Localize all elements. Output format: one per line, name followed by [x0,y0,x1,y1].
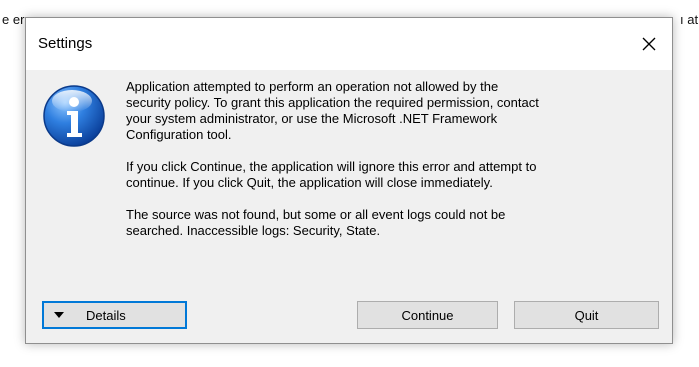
quit-label: Quit [574,307,599,323]
background-text-left: e er [2,12,25,27]
continue-button[interactable]: Continue [357,301,498,329]
dialog-title: Settings [38,35,93,52]
message-paragraph-source: The source was not found, but some or al… [126,207,506,238]
close-button[interactable] [626,18,672,70]
continue-label: Continue [401,307,454,323]
message-paragraph-continue: If you click Continue, the application w… [126,159,537,190]
background-text-right: ı at [680,12,699,27]
message-paragraph-security: Application attempted to perform an oper… [126,79,539,142]
settings-dialog: Settings Application attempted to perfor… [25,17,673,344]
details-label: Details [86,307,126,323]
message-text: Application attempted to perform an oper… [126,79,636,255]
close-icon [642,37,656,51]
info-icon [43,85,105,147]
title-bar: Settings [26,18,672,70]
chevron-down-icon [54,312,64,318]
quit-button[interactable]: Quit [514,301,659,329]
details-button[interactable]: Details [42,301,187,329]
